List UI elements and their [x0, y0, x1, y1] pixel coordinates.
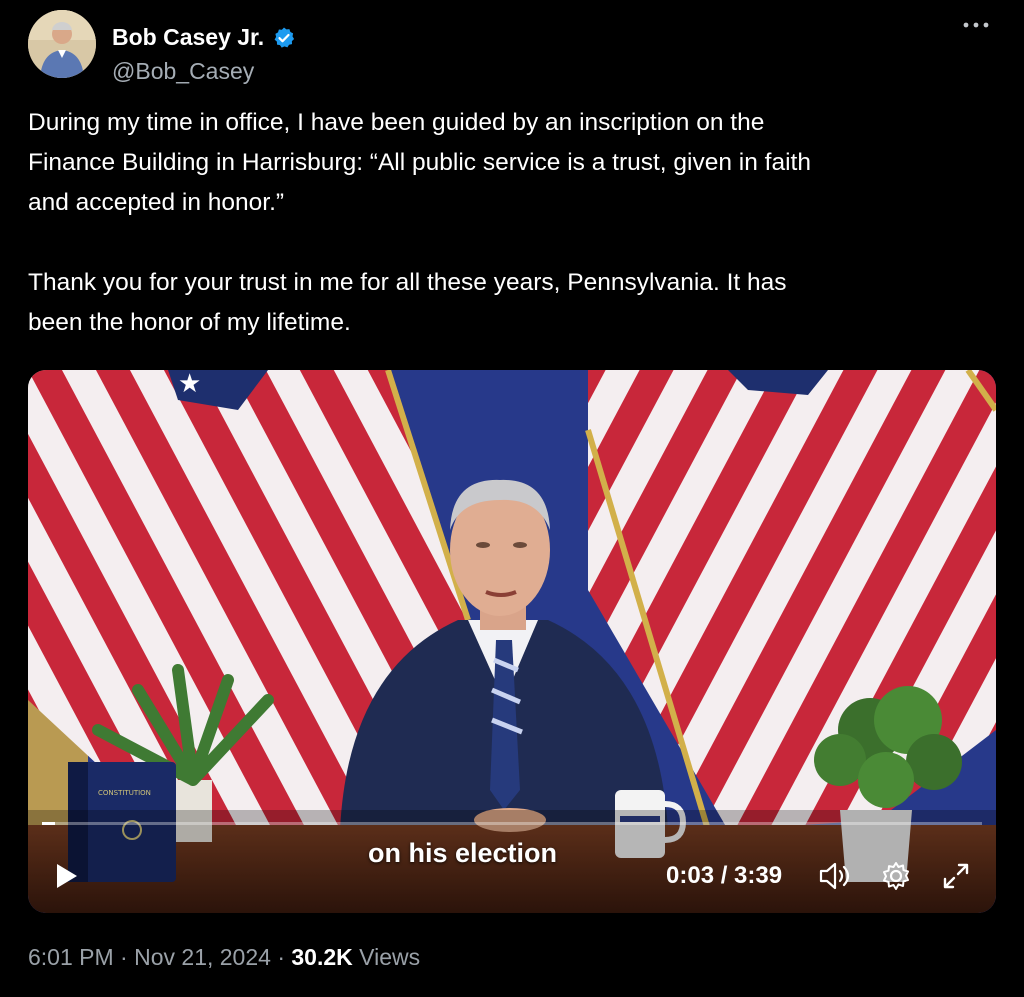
author-name-row[interactable]: Bob Casey Jr.: [112, 24, 296, 51]
video-player[interactable]: ★ CONSTITUTION: [28, 370, 996, 913]
tweet-meta: 6:01 PM · Nov 21, 2024 · 30.2K Views: [28, 944, 420, 971]
gear-icon[interactable]: [880, 860, 912, 892]
video-controls: 0:03 / 3:39: [28, 822, 996, 913]
avatar[interactable]: [28, 10, 96, 78]
volume-icon[interactable]: [818, 860, 852, 892]
meta-separator: ·: [120, 944, 128, 970]
meta-separator: ·: [277, 944, 285, 970]
play-icon[interactable]: [50, 860, 82, 892]
tweet-time[interactable]: 6:01 PM: [28, 944, 114, 970]
author-handle[interactable]: @Bob_Casey: [112, 58, 254, 85]
progress-bar[interactable]: [42, 822, 982, 825]
video-frame: ★ CONSTITUTION: [28, 370, 996, 913]
views-label[interactable]: Views: [359, 944, 420, 970]
book-title: CONSTITUTION: [98, 789, 151, 797]
video-time: 0:03 / 3:39: [666, 862, 783, 889]
more-horizontal-icon[interactable]: [956, 14, 996, 44]
svg-text:★: ★: [178, 370, 201, 399]
expand-icon[interactable]: [940, 860, 972, 892]
tweet-text: During my time in office, I have been gu…: [28, 109, 811, 336]
views-count[interactable]: 30.2K: [291, 944, 352, 970]
author-display-name[interactable]: Bob Casey Jr.: [112, 24, 264, 51]
tweet-header: Bob Casey Jr. @Bob_Casey: [28, 10, 996, 84]
progress-fill: [42, 822, 56, 825]
tweet-date[interactable]: Nov 21, 2024: [134, 944, 271, 970]
verified-badge-icon[interactable]: [272, 26, 296, 50]
